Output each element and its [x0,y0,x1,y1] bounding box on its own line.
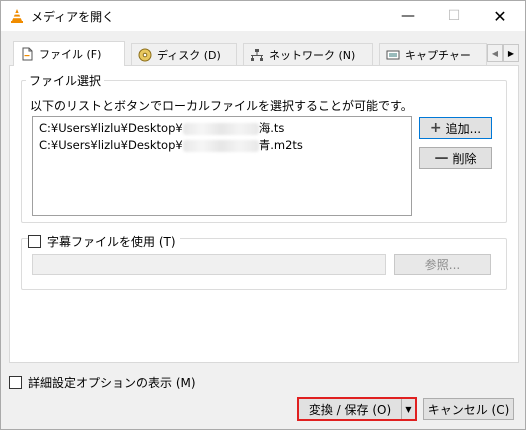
redacted-filename [182,139,259,152]
tab-strip: ファイル (F) ディスク (D) ネットワーク (N) キャプチャー ◀ ▶ [9,41,519,66]
convert-save-label: 変換 / 保存 (O) [308,402,392,417]
minimize-button[interactable]: — [385,1,431,31]
title-bar: メディアを開く — ☐ ✕ [1,1,525,31]
redacted-filename [182,122,259,135]
tab-network[interactable]: ネットワーク (N) [243,43,373,65]
file-path-prefix: C:¥Users¥lizlu¥Desktop¥ [39,121,183,135]
file-path-prefix: C:¥Users¥lizlu¥Desktop¥ [39,138,183,152]
tab-scroll-arrows: ◀ ▶ [487,44,519,62]
tab-file-label: ファイル (F) [39,48,102,61]
use-subtitle-checkbox[interactable] [28,235,41,248]
remove-file-label: 削除 [452,151,477,166]
capture-icon [386,48,400,62]
add-file-button[interactable]: + 追加... [419,117,492,139]
browse-subtitle-button[interactable]: 参照... [394,254,491,275]
show-advanced-options-checkbox[interactable] [9,376,22,389]
cancel-button[interactable]: キャンセル (C) [423,398,514,420]
remove-file-button[interactable]: — 削除 [419,147,492,169]
file-list-item[interactable]: C:¥Users¥lizlu¥Desktop¥ 青.m2ts [39,137,303,153]
tab-file[interactable]: ファイル (F) [13,41,125,66]
use-subtitle-toggle[interactable]: 字幕ファイルを使用 (T) [28,233,180,250]
plus-icon: + [429,120,442,136]
convert-save-button[interactable]: 変換 / 保存 (O) ▼ [297,397,417,421]
tab-capture-label: キャプチャー [405,48,471,62]
minus-icon: — [434,150,449,166]
network-icon [250,48,264,62]
show-advanced-options-label: 詳細設定オプションの表示 (M) [28,376,196,390]
window-title: メディアを開く [31,10,115,24]
file-selection-info: 以下のリストとボタンでローカルファイルを選択することが可能です。 [30,99,413,113]
file-list[interactable]: C:¥Users¥lizlu¥Desktop¥ 海.ts C:¥Users¥liz… [32,116,412,216]
tab-disc[interactable]: ディスク (D) [131,43,237,65]
tab-network-label: ネットワーク (N) [269,48,356,62]
use-subtitle-label: 字幕ファイルを使用 (T) [47,235,176,249]
file-name-suffix: 海.ts [258,121,285,135]
file-icon [20,47,34,61]
tab-disc-label: ディスク (D) [157,48,221,62]
tab-scroll-left-button[interactable]: ◀ [487,44,503,62]
maximize-button[interactable]: ☐ [431,1,477,31]
add-file-label: 追加... [445,121,482,136]
file-selection-legend: ファイル選択 [26,72,105,89]
tab-capture[interactable]: キャプチャー [379,43,487,65]
chevron-down-icon[interactable]: ▼ [401,399,415,419]
open-media-dialog: メディアを開く — ☐ ✕ ファイル (F) ディスク (D) ネットワーク (… [0,0,526,430]
tab-scroll-right-button[interactable]: ▶ [503,44,519,62]
file-name-suffix: 青.m2ts [258,138,303,152]
vlc-cone-icon [9,8,25,24]
close-button[interactable]: ✕ [477,1,523,31]
disc-icon [138,48,152,62]
file-tab-panel: ファイル選択 以下のリストとボタンでローカルファイルを選択することが可能です。 … [9,65,519,363]
file-list-item[interactable]: C:¥Users¥lizlu¥Desktop¥ 海.ts [39,120,284,136]
subtitle-path-input[interactable] [32,254,386,275]
show-advanced-options-toggle[interactable]: 詳細設定オプションの表示 (M) [9,374,196,391]
